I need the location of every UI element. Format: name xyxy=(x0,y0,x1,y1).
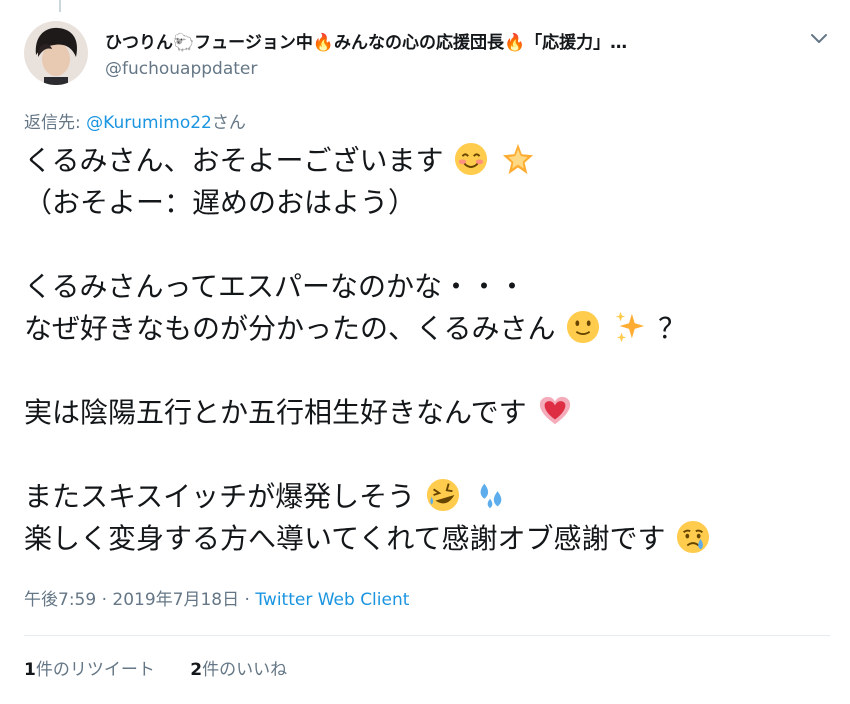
tweet-metadata: 午後7:59 · 2019年7月18日 · Twitter Web Client xyxy=(24,588,409,612)
reply-to-mention-link[interactable]: @Kurumimo22 xyxy=(86,113,212,133)
tweet-date[interactable]: 2019年7月18日 xyxy=(112,590,239,610)
tweet-line-4-tail: ？ xyxy=(658,312,687,345)
like-label: 件のいいね xyxy=(202,660,288,680)
reply-to-line: 返信先: @Kurumimo22さん xyxy=(24,111,246,135)
sparkles-icon xyxy=(616,311,645,343)
avatar-image xyxy=(24,21,88,85)
tweet-line-5: 実は陰陽五行とか五行相生好きなんです xyxy=(24,392,824,434)
tweet-line-2: （おそよー：遅めのおはよう） xyxy=(24,182,824,224)
tweet-time[interactable]: 午後7:59 xyxy=(24,590,96,610)
tweet-source-link[interactable]: Twitter Web Client xyxy=(255,590,409,610)
tweet-line-2-text: （おそよー：遅めのおはよう） xyxy=(24,186,417,219)
tweet-text: くるみさん、おそよーございます （おそよー：遅めのおはよう） くるみさんってエス… xyxy=(24,140,824,560)
retweet-label: 件のリツイート xyxy=(35,660,155,680)
divider xyxy=(24,635,830,636)
retweet-stat-link[interactable]: 1件のリツイート xyxy=(24,658,155,682)
tweet-line-6: またスキスイッチが爆発しそう xyxy=(24,476,824,518)
tweet-line-7: 楽しく変身する方へ導いてくれて感謝オブ感謝です xyxy=(24,518,824,560)
crying-face-icon xyxy=(677,520,710,554)
chevron-down-icon[interactable] xyxy=(808,30,830,48)
meta-separator: · xyxy=(96,590,113,610)
tweet-line-3: くるみさんってエスパーなのかな・・・ xyxy=(24,266,824,308)
meta-separator: · xyxy=(239,590,256,610)
smiling-face-icon xyxy=(455,142,488,176)
thread-connector-line xyxy=(59,0,61,12)
tweet-stats: 1件のリツイート 2件のいいね xyxy=(24,658,317,682)
glowing-star-icon xyxy=(503,143,534,175)
reply-to-prefix: 返信先: xyxy=(24,113,87,133)
tweet-header: ひつりん🐑フュージョン中🔥みんなの心の応援団長🔥「応援力」… @fuchouap… xyxy=(105,31,795,81)
retweet-count: 1 xyxy=(24,660,36,680)
tweet-line-1-text: くるみさん、おそよーございます xyxy=(24,144,444,177)
tweet-line-6-text: またスキスイッチが爆発しそう xyxy=(24,480,416,513)
heart-icon xyxy=(539,396,570,425)
avatar[interactable] xyxy=(24,21,88,85)
tweet-line-1: くるみさん、おそよーございます xyxy=(24,140,824,182)
rolling-laughing-face-icon xyxy=(427,478,460,512)
tweet-line-5-text: 実は陰陽五行とか五行相生好きなんです xyxy=(24,396,527,429)
slightly-smiling-face-icon xyxy=(567,310,600,344)
author-display-name[interactable]: ひつりん🐑フュージョン中🔥みんなの心の応援団長🔥「応援力」… xyxy=(105,31,775,55)
reply-to-suffix: さん xyxy=(211,113,246,133)
like-stat-link[interactable]: 2件のいいね xyxy=(190,658,287,682)
tweet-line-4: なぜ好きなものが分かったの、くるみさん ？ xyxy=(24,308,824,350)
sweat-droplets-icon xyxy=(480,483,502,509)
tweet-line-4-text: なぜ好きなものが分かったの、くるみさん xyxy=(24,312,556,345)
tweet-line-7-text: 楽しく変身する方へ導いてくれて感謝オブ感謝です xyxy=(24,522,666,555)
like-count: 2 xyxy=(190,660,203,680)
author-handle[interactable]: @fuchouappdater xyxy=(105,57,795,81)
tweet-line-3-text: くるみさんってエスパーなのかな・・・ xyxy=(24,270,527,303)
